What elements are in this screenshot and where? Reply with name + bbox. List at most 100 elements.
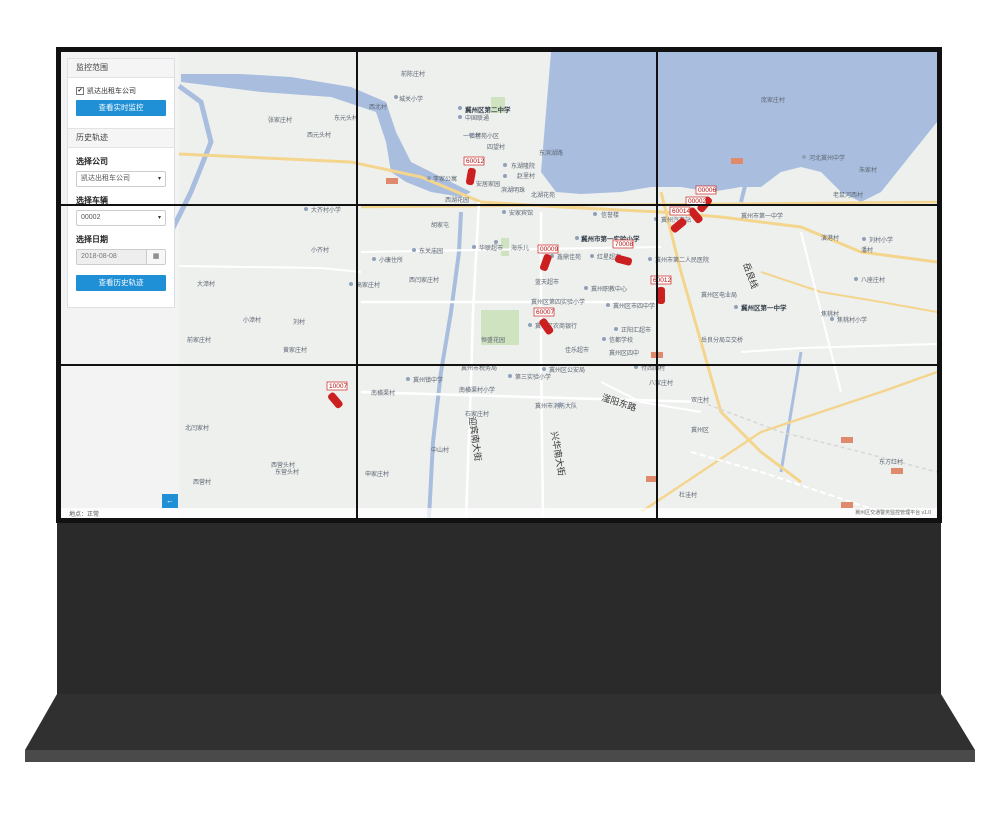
place-label: 东滨湖路 xyxy=(539,149,563,157)
vehicle-id-label: 00009 xyxy=(540,246,558,253)
place-label: 正阳汇超市 xyxy=(621,326,651,334)
monitor-section-title: 监控范围 xyxy=(68,59,174,78)
place-label: 北闫家村 xyxy=(185,424,209,432)
place-label: 冀州区电业局 xyxy=(701,291,737,299)
place-label: 西闫家庄村 xyxy=(409,276,439,284)
place-label: 东关庙园 xyxy=(419,247,443,255)
place-label: 杜洼村 xyxy=(679,491,697,499)
place-label: 高家庄村 xyxy=(356,281,380,289)
place-label: 信都学校 xyxy=(609,336,633,344)
place-label: 中国联通 xyxy=(465,114,489,122)
vehicle-id-label: 70008 xyxy=(615,241,633,248)
place-label: 冀州区第一中学 xyxy=(741,303,787,312)
place-label: 冀州区第四实验小学 xyxy=(531,298,585,306)
place-label: 蓝天超市 xyxy=(535,278,559,286)
place-label: 南横渠村小学 xyxy=(459,386,495,394)
place-label: 第三实验小学 xyxy=(515,373,551,381)
place-label: 演港村 xyxy=(821,234,839,242)
place-label: 石家庄村 xyxy=(465,410,489,418)
wall-bezel-vertical xyxy=(656,52,658,518)
place-label: 东营头村 xyxy=(275,468,299,476)
company-checkbox-label: 凯达出租车公司 xyxy=(87,88,136,95)
place-label: 冀州区第二中学 xyxy=(465,105,511,114)
place-label: 东元头村 xyxy=(334,114,358,122)
place-label: 赵里村 xyxy=(517,172,535,180)
realtime-monitor-button[interactable]: 查看实时监控 xyxy=(76,100,166,116)
road-shield-icon xyxy=(386,178,398,184)
place-label: 河北冀州中学 xyxy=(809,154,845,162)
history-track-button[interactable]: 查看历史轨迹 xyxy=(76,275,166,291)
place-label: 申家庄村 xyxy=(365,470,389,478)
place-label: 双庄村 xyxy=(691,396,709,404)
place-label: 恒盛花园 xyxy=(481,336,505,344)
car-icon xyxy=(657,287,665,304)
place-label: 冀州区市四中学 xyxy=(613,302,655,310)
place-label: 城关小学 xyxy=(399,95,423,103)
place-label: 西营头村 xyxy=(271,461,295,469)
status-left-text: 地点：正常 xyxy=(69,512,100,518)
place-label: 老鼠河西村 xyxy=(833,191,863,199)
date-picker[interactable]: 2018-08-08 ▦ xyxy=(76,249,166,265)
place-label: 冀州市第一中学 xyxy=(741,212,783,220)
place-label: 前家庄村 xyxy=(187,336,211,344)
place-label: 东方红村 xyxy=(879,458,903,466)
road-shield-icon xyxy=(731,158,743,164)
place-label: 滨湖明珠 xyxy=(501,186,525,194)
place-label: 北湖花苑 xyxy=(531,191,555,199)
control-panel: 监控范围 ✔ 凯达出租车公司 查看实时监控 历史轨迹 选择公司 凯达出租车公司 … xyxy=(67,58,175,308)
status-right-text: 冀州区交通警务监控管理平台 v1.0 xyxy=(855,510,931,516)
place-label: 四望村 xyxy=(487,143,505,151)
collapse-panel-button[interactable]: ← xyxy=(162,494,178,508)
calendar-icon[interactable]: ▦ xyxy=(146,250,165,264)
place-label: 冀州职教中心 xyxy=(591,285,627,293)
wall-bezel-vertical xyxy=(356,52,358,518)
road-shield-icon xyxy=(841,437,853,443)
caret-down-icon: ▾ xyxy=(157,176,161,182)
place-label: 大漳村 xyxy=(197,280,215,288)
wall-cabinet xyxy=(57,523,941,695)
wall-stand-base xyxy=(25,694,975,762)
place-label: 八家庄村 xyxy=(649,379,673,387)
company-select[interactable]: 凯达出租车公司 ▾ xyxy=(76,171,166,187)
date-input[interactable]: 2018-08-08 xyxy=(77,250,146,264)
place-label: 海乐儿 xyxy=(511,244,529,252)
place-label: 小漳村 xyxy=(243,316,261,324)
place-label: 岳良分局立交桥 xyxy=(701,336,743,344)
place-label: 安家宾馆 xyxy=(509,209,533,217)
history-section-title: 历史轨迹 xyxy=(68,128,174,148)
checkbox[interactable]: ✔ xyxy=(76,87,84,95)
place-label: 中山村 xyxy=(431,446,449,454)
vehicle-id-label: 60007 xyxy=(536,309,554,316)
place-label: 鑫鼎佳苑 xyxy=(557,253,581,261)
place-label: 潘村 xyxy=(861,246,873,254)
vehicle-id-label: 60014 xyxy=(672,208,690,215)
place-label: 八座庄村 xyxy=(861,276,885,284)
place-label: 南横渠村 xyxy=(371,389,395,397)
place-label: 华联超市 xyxy=(479,244,503,252)
vehicle-id-label: 60012 xyxy=(466,158,484,165)
vehicle-select[interactable]: 00002 ▾ xyxy=(76,210,166,226)
caret-down-icon: ▾ xyxy=(157,215,161,221)
wall-bezel-horizontal xyxy=(61,204,937,206)
place-label: 冀州区公安局 xyxy=(549,366,585,374)
place-label: 前陈庄村 xyxy=(401,70,425,78)
place-label: 西北村 xyxy=(369,103,387,111)
status-bar: 地点：正常 冀州区交通警务监控管理平台 v1.0 xyxy=(61,508,937,518)
place-label: 朱家村 xyxy=(859,166,877,174)
place-label: 佳乐超市 xyxy=(565,346,589,354)
map-screen[interactable]: 迎宾南大街 兴华南大街 滏阳东路 岳良线 前陈庄村 西北村 张家庄村 东元头村 … xyxy=(61,52,937,518)
place-label: 李家公寓 xyxy=(433,175,457,183)
place-label: 焦桃村 xyxy=(821,310,839,318)
place-label: 信誉楼 xyxy=(601,211,619,219)
road-shield-icon xyxy=(891,468,903,474)
map-canvas[interactable]: 迎宾南大街 兴华南大街 滏阳东路 岳良线 前陈庄村 西北村 张家庄村 东元头村 … xyxy=(61,52,937,518)
place-label: 冀州镇中学 xyxy=(413,376,443,384)
place-label: 东湖隆院 xyxy=(511,162,535,170)
vehicle-id-label: 00006 xyxy=(698,187,716,194)
place-label: 刘村 xyxy=(293,318,305,326)
company-checkbox-row[interactable]: ✔ 凯达出租车公司 xyxy=(76,86,166,96)
place-label: 西湖花园 xyxy=(445,196,469,204)
vehicle-id-label: 10007 xyxy=(329,383,347,390)
place-label: 小齐村 xyxy=(311,246,329,254)
place-label: 学苑小区 xyxy=(475,132,499,140)
